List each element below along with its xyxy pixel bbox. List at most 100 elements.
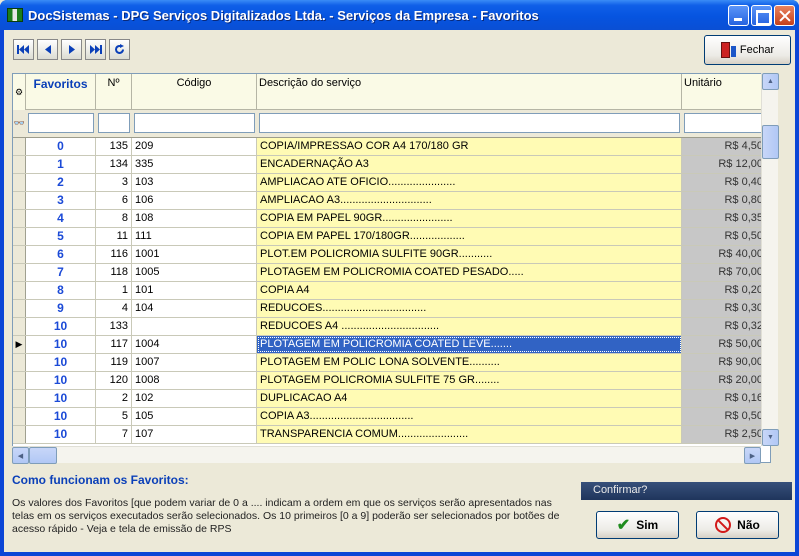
cell-unitario[interactable]: R$ 0,50 (682, 228, 767, 245)
row-indicator[interactable] (13, 390, 26, 407)
cell-unitario[interactable]: R$ 20,00 (682, 372, 767, 389)
title-bar[interactable]: DocSistemas - DPG Serviços Digitalizados… (0, 0, 799, 30)
last-record-icon[interactable] (85, 39, 106, 60)
cell-unitario[interactable]: R$ 2,50 (682, 426, 767, 443)
cell-numero[interactable]: 135 (96, 138, 132, 155)
table-row[interactable]: ▶ 10 117 1004 PLOTAGEM EM POLICROMIA COATED … (13, 336, 767, 354)
column-chooser-icon[interactable]: ⚙ (13, 74, 26, 110)
cell-unitario[interactable]: R$ 0,80 (682, 192, 767, 209)
cell-favoritos[interactable]: 4 (26, 210, 96, 227)
cell-descricao[interactable]: COPIA EM PAPEL 170/180GR................… (257, 228, 682, 245)
cell-codigo[interactable]: 1008 (132, 372, 257, 389)
cell-codigo[interactable]: 101 (132, 282, 257, 299)
cell-descricao[interactable]: TRANSPARENCIA COMUM.....................… (257, 426, 682, 443)
first-record-icon[interactable] (13, 39, 34, 60)
cell-numero[interactable]: 1 (96, 282, 132, 299)
cell-numero[interactable]: 2 (96, 390, 132, 407)
filter-codigo-input[interactable] (134, 113, 255, 133)
cell-descricao[interactable]: COPIA EM PAPEL 90GR.....................… (257, 210, 682, 227)
table-row[interactable]: 10 133 REDUCOES A4 .......................… (13, 318, 767, 336)
cell-descricao[interactable]: ENCADERNAÇÃO A3 (257, 156, 682, 173)
cell-numero[interactable]: 119 (96, 354, 132, 371)
cell-numero[interactable]: 8 (96, 210, 132, 227)
cell-unitario[interactable]: R$ 0,16 (682, 390, 767, 407)
cell-numero[interactable]: 6 (96, 192, 132, 209)
row-indicator[interactable] (13, 354, 26, 371)
cell-favoritos[interactable]: 9 (26, 300, 96, 317)
table-row[interactable]: 6 116 1001 PLOT.EM POLICROMIA SULFITE 90GR.… (13, 246, 767, 264)
column-header-favoritos[interactable]: Favoritos (26, 74, 96, 110)
cell-codigo[interactable]: 1001 (132, 246, 257, 263)
scroll-down-arrow-icon[interactable]: ▼ (762, 429, 779, 446)
filter-descricao-input[interactable] (259, 113, 680, 133)
cell-descricao[interactable]: PLOTAGEM EM POLIC LONA SOLVENTE.........… (257, 354, 682, 371)
table-row[interactable]: 3 6 106 AMPLIACAO A3.......................… (13, 192, 767, 210)
cell-favoritos[interactable]: 3 (26, 192, 96, 209)
table-row[interactable]: 10 5 105 COPIA A3..........................… (13, 408, 767, 426)
row-indicator[interactable] (13, 282, 26, 299)
cell-codigo[interactable]: 209 (132, 138, 257, 155)
cell-numero[interactable]: 133 (96, 318, 132, 335)
cell-favoritos[interactable]: 10 (26, 408, 96, 425)
close-button[interactable]: Fechar (704, 35, 791, 65)
row-indicator[interactable] (13, 408, 26, 425)
row-indicator[interactable] (13, 192, 26, 209)
cell-numero[interactable]: 3 (96, 174, 132, 191)
cell-codigo[interactable]: 106 (132, 192, 257, 209)
cell-codigo[interactable]: 107 (132, 426, 257, 443)
vertical-scrollbar[interactable]: ▲ ▼ (761, 73, 779, 446)
cell-numero[interactable]: 7 (96, 426, 132, 443)
cell-favoritos[interactable]: 7 (26, 264, 96, 281)
filter-unitario-input[interactable] (684, 113, 765, 133)
cell-codigo[interactable]: 1005 (132, 264, 257, 281)
cell-favoritos[interactable]: 10 (26, 354, 96, 371)
column-header-descricao[interactable]: Descrição do serviço (257, 74, 682, 110)
cell-descricao[interactable]: DUPLICACAO A4 (257, 390, 682, 407)
cell-numero[interactable]: 134 (96, 156, 132, 173)
cell-numero[interactable]: 118 (96, 264, 132, 281)
cell-descricao[interactable]: AMPLIACAO A3............................… (257, 192, 682, 209)
row-indicator[interactable] (13, 156, 26, 173)
cell-descricao[interactable]: PLOTAGEM EM POLICROMIA COATED PESADO....… (257, 264, 682, 281)
cell-favoritos[interactable]: 10 (26, 336, 96, 353)
column-header-numero[interactable]: Nº (96, 74, 132, 110)
cell-codigo[interactable]: 108 (132, 210, 257, 227)
close-window-button[interactable] (774, 5, 795, 26)
cell-codigo[interactable]: 111 (132, 228, 257, 245)
favorites-grid[interactable]: ⚙ Favoritos Nº Código Descrição do servi… (12, 73, 771, 463)
current-row-indicator-icon[interactable]: ▶ (13, 336, 26, 353)
cell-codigo[interactable]: 105 (132, 408, 257, 425)
cell-unitario[interactable]: R$ 0,20 (682, 282, 767, 299)
cell-unitario[interactable]: R$ 70,00 (682, 264, 767, 281)
table-row[interactable]: 2 3 103 AMPLIACAO ATE OFICIO...............… (13, 174, 767, 192)
cell-descricao[interactable]: REDUCOES A4 ............................… (257, 318, 682, 335)
prior-record-icon[interactable] (37, 39, 58, 60)
yes-button[interactable]: ✔ Sim (596, 511, 679, 539)
cell-descricao[interactable]: COPIA/IMPRESSAO COR A4 170/180 GR (257, 138, 682, 155)
cell-favoritos[interactable]: 0 (26, 138, 96, 155)
cell-numero[interactable]: 11 (96, 228, 132, 245)
cell-codigo[interactable] (132, 318, 257, 335)
row-indicator[interactable] (13, 300, 26, 317)
table-row[interactable]: 0 135 209 COPIA/IMPRESSAO COR A4 170/180 GR… (13, 138, 767, 156)
next-record-icon[interactable] (61, 39, 82, 60)
row-indicator[interactable] (13, 246, 26, 263)
cell-unitario[interactable]: R$ 0,40 (682, 174, 767, 191)
cell-favoritos[interactable]: 6 (26, 246, 96, 263)
cell-descricao[interactable]: AMPLIACAO ATE OFICIO....................… (257, 174, 682, 191)
cell-codigo[interactable]: 1004 (132, 336, 257, 353)
cell-descricao[interactable]: PLOTAGEM EM POLICROMIA COATED LEVE......… (257, 336, 682, 353)
table-row[interactable]: 1 134 335 ENCADERNAÇÃO A3 R$ 12,00 (13, 156, 767, 174)
cell-unitario[interactable]: R$ 40,00 (682, 246, 767, 263)
cell-unitario[interactable]: R$ 0,30 (682, 300, 767, 317)
cell-unitario[interactable]: R$ 0,32 (682, 318, 767, 335)
table-row[interactable]: 4 8 108 COPIA EM PAPEL 90GR................… (13, 210, 767, 228)
table-row[interactable]: 8 1 101 COPIA A4 R$ 0,20 (13, 282, 767, 300)
table-row[interactable]: 10 2 102 DUPLICACAO A4 R$ 0,16 (13, 390, 767, 408)
scroll-left-arrow-icon[interactable]: ◀ (12, 447, 29, 464)
cell-favoritos[interactable]: 8 (26, 282, 96, 299)
filter-favoritos-input[interactable] (28, 113, 94, 133)
table-row[interactable]: 10 120 1008 PLOTAGEM POLICROMIA SULFITE 75 … (13, 372, 767, 390)
cell-numero[interactable]: 5 (96, 408, 132, 425)
no-button[interactable]: Não (696, 511, 779, 539)
